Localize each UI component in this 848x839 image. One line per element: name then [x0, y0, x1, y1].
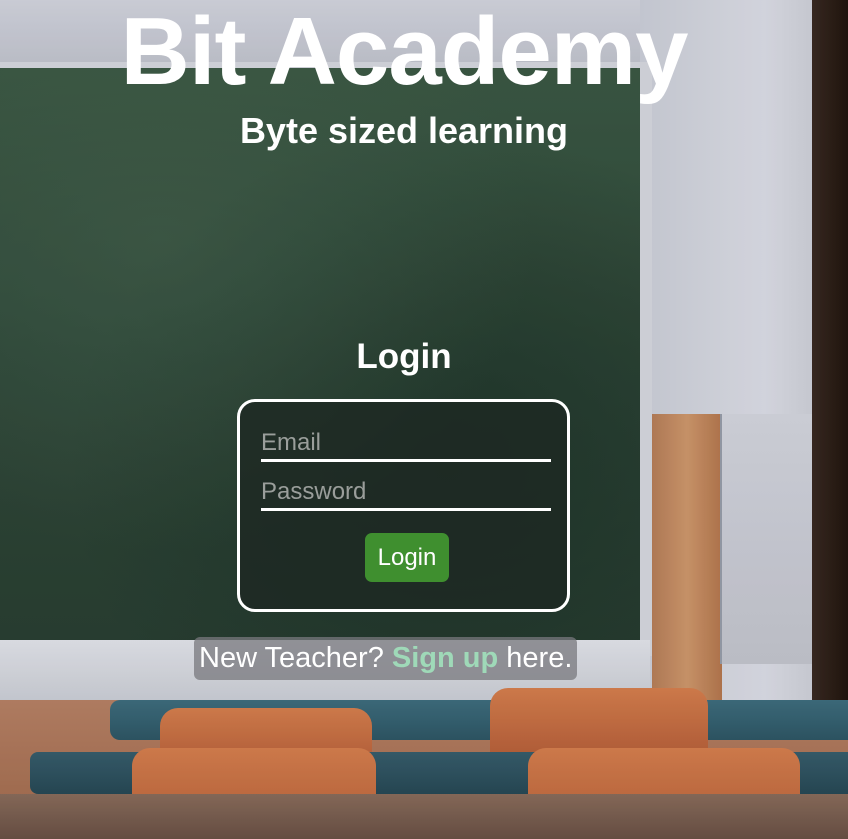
signup-suffix-text: here.: [498, 642, 573, 674]
login-form: Login: [237, 399, 570, 612]
email-field[interactable]: [261, 426, 551, 462]
app-subtitle: Byte sized learning: [239, 110, 569, 151]
login-button[interactable]: Login: [365, 533, 449, 582]
app-title: Bit Academy: [120, 0, 689, 105]
signup-link[interactable]: Sign up: [392, 642, 498, 674]
signup-prefix-text: New Teacher?: [199, 642, 392, 674]
password-field[interactable]: [261, 475, 551, 511]
login-heading: Login: [356, 337, 452, 376]
signup-prompt: New Teacher? Sign up here.: [194, 637, 578, 680]
login-page: Bit Academy Byte sized learning Login Lo…: [0, 0, 848, 839]
